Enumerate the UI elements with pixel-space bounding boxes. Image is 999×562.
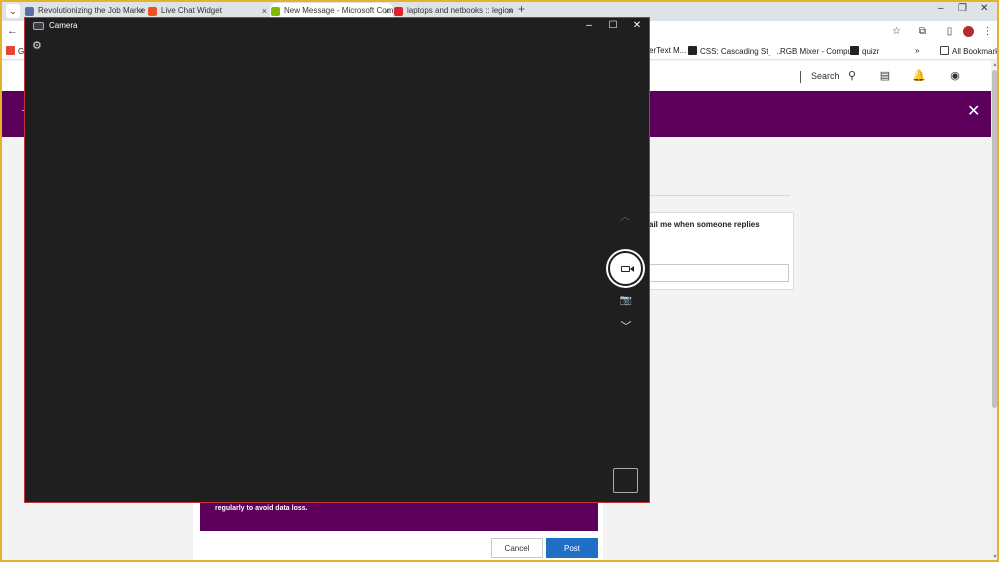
last-capture-thumbnail[interactable] bbox=[613, 468, 638, 493]
cancel-button[interactable]: Cancel bbox=[491, 538, 543, 558]
scrollbar-thumb[interactable] bbox=[992, 70, 997, 408]
bookmark-favicon-icon bbox=[688, 46, 697, 55]
divider bbox=[649, 195, 790, 196]
tab-label: Revolutionizing the Job Marke bbox=[38, 6, 146, 15]
profile-avatar[interactable] bbox=[963, 26, 974, 37]
bookmark-item[interactable]: CSS: Cascading Styl... bbox=[688, 46, 781, 56]
camera-window-title: Camera bbox=[49, 21, 78, 30]
bookmark-item[interactable]: erText M... bbox=[649, 46, 686, 55]
mode-up-chevron-icon[interactable]: ︿ bbox=[619, 208, 631, 223]
tab-favicon-icon bbox=[25, 7, 34, 16]
user-icon[interactable]: ◉ bbox=[948, 69, 962, 83]
tab-label: New Message - Microsoft Com bbox=[284, 6, 393, 15]
bookmark-star-icon[interactable]: ☆ bbox=[891, 26, 902, 37]
back-arrow-icon[interactable]: ← bbox=[7, 25, 18, 37]
browser-minimize-button[interactable]: – bbox=[938, 3, 944, 14]
camera-app-window: Camera – ☐ ✕ ⚙ ︿ 📷 ﹀ bbox=[24, 17, 650, 503]
new-tab-button[interactable]: + bbox=[518, 2, 525, 16]
video-camera-icon bbox=[621, 266, 630, 272]
bookmark-item[interactable]: G bbox=[6, 46, 24, 56]
email-notify-label[interactable]: ail me when someone replies bbox=[649, 220, 760, 229]
camera-app-icon bbox=[33, 22, 44, 30]
tab-label: Live Chat Widget bbox=[161, 6, 222, 15]
settings-gear-icon[interactable]: ⚙ bbox=[32, 39, 42, 52]
bookmark-item[interactable]: quizr bbox=[850, 46, 879, 56]
tab-search-chevron-icon[interactable]: ⌄ bbox=[6, 4, 20, 18]
extensions-puzzle-icon[interactable]: ⧉ bbox=[917, 26, 928, 37]
bell-icon[interactable]: 🔔 bbox=[912, 69, 926, 83]
mode-down-chevron-icon[interactable]: ﹀ bbox=[619, 318, 633, 334]
scroll-up-arrow-icon[interactable]: ▲ bbox=[991, 62, 999, 68]
side-panel-icon[interactable]: ▯ bbox=[944, 26, 955, 37]
banner-close-icon[interactable]: ✕ bbox=[967, 101, 980, 121]
camera-maximize-button[interactable]: ☐ bbox=[606, 20, 620, 31]
bookmark-favicon-icon bbox=[850, 46, 859, 55]
browser-close-button[interactable]: ✕ bbox=[980, 3, 988, 14]
folder-icon bbox=[940, 46, 949, 55]
search-icon[interactable]: ⚲ bbox=[845, 69, 859, 83]
header-divider bbox=[800, 71, 801, 83]
header-search-label[interactable]: Search bbox=[811, 71, 840, 81]
tab-favicon-icon bbox=[148, 7, 157, 16]
bookmarks-overflow-icon[interactable]: » bbox=[915, 46, 919, 55]
notify-input-field[interactable] bbox=[649, 264, 789, 282]
warning-text: regularly to avoid data loss. bbox=[215, 505, 308, 512]
tab-label: laptops and netbooks :: legion bbox=[407, 6, 514, 15]
browser-restore-button[interactable]: ❐ bbox=[958, 3, 967, 14]
post-button[interactable]: Post bbox=[546, 538, 598, 558]
camera-title-bar[interactable]: Camera – ☐ ✕ bbox=[25, 18, 649, 35]
camera-close-button[interactable]: ✕ bbox=[630, 20, 644, 31]
browser-menu-icon[interactable]: ⋮ bbox=[982, 26, 993, 37]
scroll-down-arrow-icon[interactable]: ▼ bbox=[991, 554, 999, 560]
all-bookmarks-button[interactable]: All Bookmarks bbox=[940, 46, 999, 56]
bookmark-item[interactable]: RGB Mixer - Compu... bbox=[768, 46, 859, 56]
camera-minimize-button[interactable]: – bbox=[582, 20, 596, 31]
video-lens-icon bbox=[630, 266, 634, 272]
photo-mode-camera-icon[interactable]: 📷 bbox=[619, 295, 633, 306]
tab-favicon-icon bbox=[394, 7, 403, 16]
tab-favicon-icon bbox=[271, 7, 280, 16]
bookmark-favicon-icon bbox=[768, 46, 777, 55]
notes-icon[interactable]: ▤ bbox=[878, 69, 892, 83]
video-record-button[interactable] bbox=[608, 251, 643, 286]
bookmark-favicon-icon bbox=[6, 46, 15, 55]
